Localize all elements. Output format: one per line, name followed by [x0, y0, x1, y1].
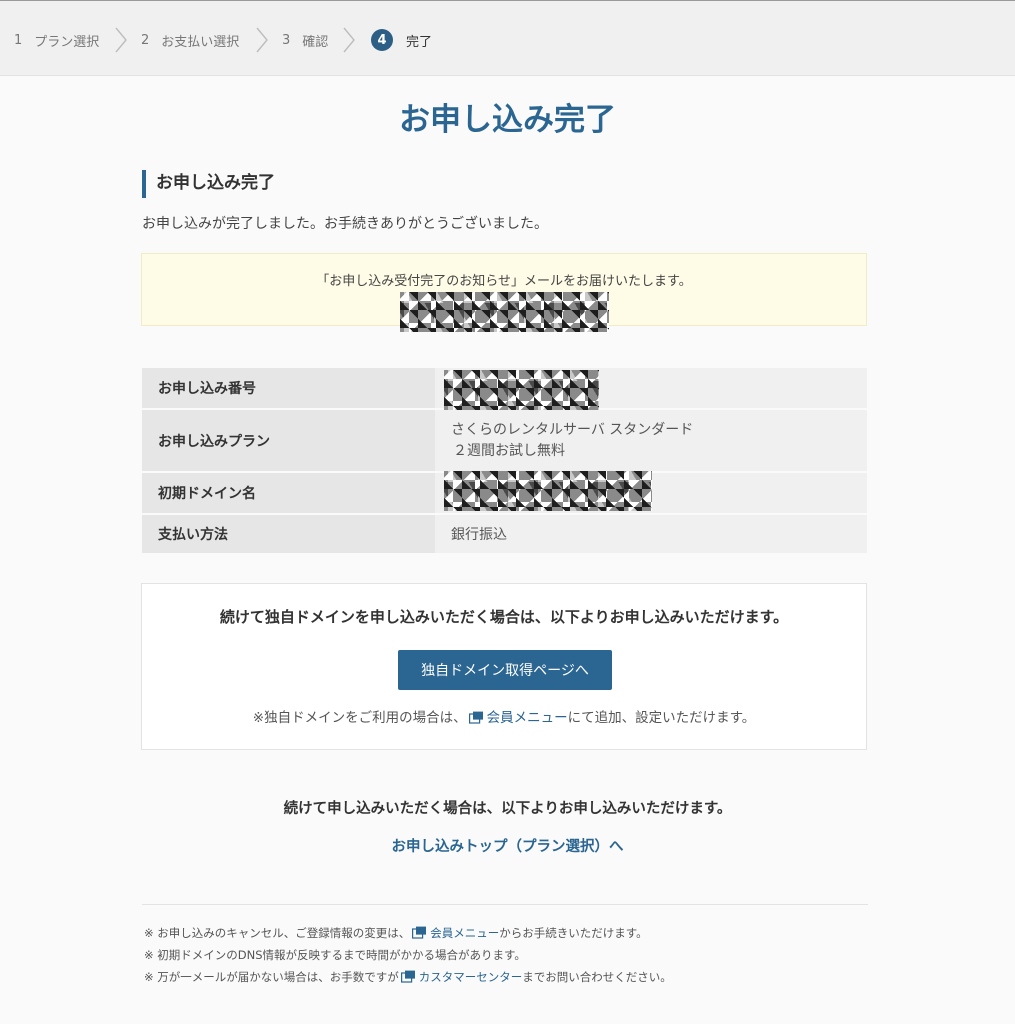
member-menu-link[interactable]: 会員メニュー — [430, 926, 499, 940]
footnote-dns: ※ 初期ドメインのDNS情報が反映するまで時間がかかる場合があります。 — [144, 948, 526, 962]
section-heading: お申し込み完了 — [142, 170, 275, 198]
progress-steps: 1 プラン選択 2 お支払い選択 3 確認 4 完了 — [0, 0, 1015, 76]
step-label: プラン選択 — [34, 34, 100, 50]
divider — [142, 904, 868, 905]
customer-center-link[interactable]: カスタマーセンター — [419, 970, 523, 984]
table-row: 支払い方法 銀行振込 — [142, 514, 867, 555]
redacted-domain-name — [444, 471, 652, 511]
external-window-icon — [400, 970, 415, 983]
step-label: 完了 — [406, 34, 433, 50]
custom-domain-box: 続けて独自ドメインを申し込みいただく場合は、以下よりお申し込みいただけます。 独… — [141, 583, 867, 750]
footnote-text: ※ お申し込みのキャンセル、ご登録情報の変更は、 — [144, 926, 411, 940]
footnotes: ※ お申し込みのキャンセル、ご登録情報の変更は、 会員メニューからお手続きいただけ… — [144, 922, 672, 988]
application-details-table: お申し込み番号 お申し込みプラン さくらのレンタルサーバ スタンダード ２週間お… — [142, 368, 867, 555]
row-label: お申し込み番号 — [142, 368, 435, 410]
member-menu-link[interactable]: 会員メニュー — [487, 710, 568, 726]
external-window-icon — [468, 711, 483, 724]
completion-message: お申し込みが完了しました。お手続きありがとうございました。 — [142, 216, 548, 232]
step-complete: 4 完了 — [371, 29, 432, 51]
email-notice: 「お申し込み受付完了のお知らせ」メールをお届けいたします。 — [141, 253, 867, 332]
step-number: 3 — [282, 32, 291, 48]
plan-name: さくらのレンタルサーバ スタンダード — [451, 421, 694, 438]
plan-trial-note: ２週間お試し無料 — [453, 442, 565, 459]
step-plan-select: 1 プラン選択 — [14, 31, 100, 50]
redacted-email-mosaic — [400, 292, 609, 332]
custom-domain-note: ※独自ドメインをご利用の場合は、 会員メニューにて追加、設定いただけます。 — [142, 706, 866, 726]
email-notice-text: 「お申し込み受付完了のお知らせ」メールをお届けいたします。 — [316, 274, 692, 289]
note-suffix: にて追加、設定いただけます。 — [567, 710, 756, 726]
footnote-cancel: ※ お申し込みのキャンセル、ご登録情報の変更は、 会員メニューからお手続きいただけ… — [144, 922, 672, 944]
custom-domain-button[interactable]: 独自ドメイン取得ページへ — [398, 650, 612, 690]
chevron-right-icon — [115, 27, 127, 53]
row-label: 初期ドメイン名 — [142, 472, 435, 515]
plan-value: さくらのレンタルサーバ スタンダード ２週間お試し無料 — [435, 409, 867, 473]
step-label: 確認 — [302, 34, 329, 50]
footnote-text: からお手続きいただけます。 — [499, 926, 648, 940]
footnote-text: までお問い合わせください。 — [522, 970, 672, 984]
step-payment-select: 2 お支払い選択 — [141, 31, 240, 50]
step-label: お支払い選択 — [161, 34, 240, 50]
chevron-right-icon — [256, 27, 268, 53]
footnote-mail: ※ 万が一メールが届かない場合は、お手数ですが カスタマーセンターまでお問い合わせ… — [144, 966, 672, 988]
step-number: 1 — [14, 32, 23, 48]
redacted-application-number — [444, 370, 599, 410]
payment-method-value: 銀行振込 — [435, 514, 867, 555]
page-title: お申し込み完了 — [399, 102, 616, 138]
continue-message: 続けて申し込みいただく場合は、以下よりお申し込みいただけます。 — [283, 801, 732, 817]
application-number-value — [435, 368, 867, 410]
row-label: 支払い方法 — [142, 514, 435, 555]
row-label: お申し込みプラン — [142, 409, 435, 473]
step-number-badge: 4 — [371, 29, 393, 51]
table-row: 初期ドメイン名 — [142, 471, 867, 515]
footnote-text: ※ 万が一メールが届かない場合は、お手数ですが — [144, 970, 399, 984]
initial-domain-value — [435, 471, 867, 515]
table-row: お申し込み番号 — [142, 368, 867, 410]
table-row: お申し込みプラン さくらのレンタルサーバ スタンダード ２週間お試し無料 — [142, 409, 867, 473]
external-window-icon — [412, 926, 427, 939]
note-prefix: ※独自ドメインをご利用の場合は、 — [252, 710, 467, 726]
application-top-link[interactable]: お申し込みトップ（プラン選択）へ — [392, 839, 624, 855]
step-number: 2 — [141, 32, 150, 48]
custom-domain-message: 続けて独自ドメインを申し込みいただく場合は、以下よりお申し込みいただけます。 — [219, 608, 789, 626]
step-confirm: 3 確認 — [282, 31, 329, 50]
chevron-right-icon — [343, 27, 355, 53]
application-top-link-wrapper: お申し込みトップ（プラン選択）へ — [0, 835, 1015, 856]
